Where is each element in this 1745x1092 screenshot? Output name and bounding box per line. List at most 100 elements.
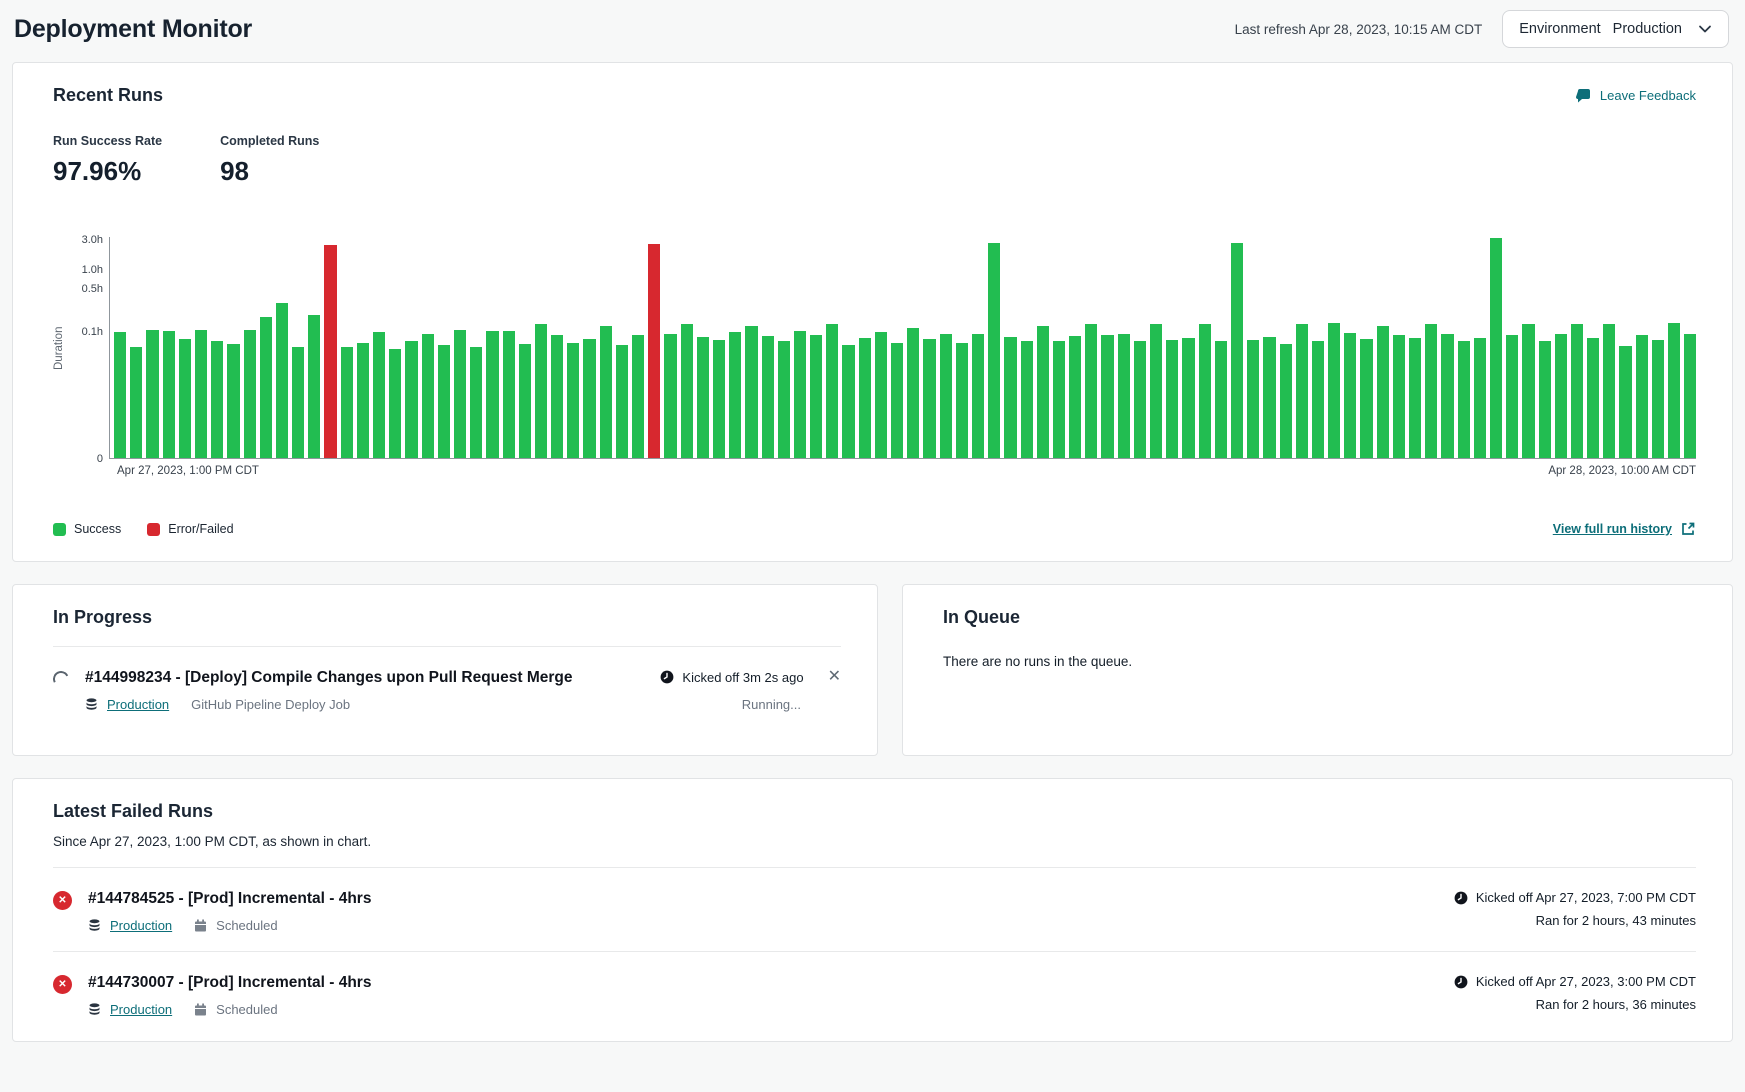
chart-bar-success[interactable] (567, 343, 579, 458)
chart-bar-success[interactable] (1263, 337, 1275, 458)
chart-bar-success[interactable] (519, 344, 531, 458)
chart-bar-success[interactable] (859, 338, 871, 458)
environment-link[interactable]: Production (110, 918, 172, 933)
chart-bar-success[interactable] (1636, 335, 1648, 458)
chart-bar-success[interactable] (1328, 323, 1340, 458)
chart-bar-success[interactable] (826, 324, 838, 458)
chart-bar-error[interactable] (324, 245, 336, 458)
chart-bar-success[interactable] (292, 347, 304, 458)
chart-bar-success[interactable] (1474, 338, 1486, 458)
chart-bar-success[interactable] (551, 335, 563, 458)
chart-bar-success[interactable] (195, 330, 207, 458)
chart-bar-error[interactable] (648, 244, 660, 458)
environment-link[interactable]: Production (110, 1002, 172, 1017)
chart-bar-success[interactable] (972, 334, 984, 458)
chart-bar-success[interactable] (1231, 243, 1243, 458)
chart-bar-success[interactable] (1199, 324, 1211, 458)
chart-bar-success[interactable] (503, 331, 515, 458)
chart-bar-success[interactable] (130, 347, 142, 458)
chart-bar-success[interactable] (1247, 340, 1259, 458)
chart-bar-success[interactable] (1101, 335, 1113, 458)
chart-bar-success[interactable] (745, 326, 757, 458)
chart-bar-success[interactable] (438, 345, 450, 458)
chart-bar-success[interactable] (600, 326, 612, 458)
chart-bar-success[interactable] (762, 336, 774, 458)
chart-bar-success[interactable] (1409, 338, 1421, 458)
chart-bar-success[interactable] (1280, 344, 1292, 458)
chart-bar-success[interactable] (616, 345, 628, 458)
chart-bar-success[interactable] (1490, 238, 1502, 458)
chart-bar-success[interactable] (1118, 334, 1130, 458)
chart-bar-success[interactable] (923, 339, 935, 458)
chart-bar-success[interactable] (875, 332, 887, 458)
chart-bar-success[interactable] (1296, 324, 1308, 458)
chart-bar-success[interactable] (454, 330, 466, 458)
chart-bar-success[interactable] (1134, 341, 1146, 458)
chart-bar-success[interactable] (1619, 346, 1631, 458)
chart-bar-success[interactable] (308, 315, 320, 458)
chart-bar-success[interactable] (778, 341, 790, 458)
chart-bar-success[interactable] (891, 343, 903, 458)
chart-bar-success[interactable] (1021, 341, 1033, 458)
chart-bar-success[interactable] (713, 340, 725, 458)
chart-bar-success[interactable] (1441, 334, 1453, 458)
chart-bar-success[interactable] (227, 344, 239, 458)
chart-bar-success[interactable] (1684, 334, 1696, 458)
chart-bar-success[interactable] (940, 334, 952, 458)
chart-bar-success[interactable] (163, 331, 175, 458)
chart-bar-success[interactable] (341, 347, 353, 458)
chart-bar-success[interactable] (956, 343, 968, 458)
chart-bar-success[interactable] (794, 331, 806, 458)
chart-bar-success[interactable] (1004, 337, 1016, 458)
chart-bar-success[interactable] (1539, 341, 1551, 458)
chart-bar-success[interactable] (664, 334, 676, 458)
chart-bar-success[interactable] (1652, 340, 1664, 458)
chart-bar-success[interactable] (907, 328, 919, 458)
chart-bar-success[interactable] (1150, 324, 1162, 458)
chart-bar-success[interactable] (810, 335, 822, 458)
chart-bar-success[interactable] (244, 330, 256, 458)
chart-bar-success[interactable] (373, 332, 385, 458)
view-full-run-history-link[interactable]: View full run history (1553, 521, 1696, 537)
chart-bar-success[interactable] (1360, 339, 1372, 458)
chart-bar-success[interactable] (1555, 334, 1567, 458)
chart-bar-success[interactable] (179, 339, 191, 458)
chart-bar-success[interactable] (729, 332, 741, 458)
chart-bar-success[interactable] (1571, 324, 1583, 458)
chart-bar-success[interactable] (1425, 324, 1437, 458)
chart-bar-success[interactable] (535, 324, 547, 458)
chart-bar-success[interactable] (486, 331, 498, 458)
chart-bar-success[interactable] (1458, 341, 1470, 458)
chart-bar-success[interactable] (146, 330, 158, 458)
chart-bar-success[interactable] (1522, 324, 1534, 458)
chart-bar-success[interactable] (1085, 324, 1097, 458)
chart-bar-success[interactable] (1166, 340, 1178, 458)
chart-bar-success[interactable] (260, 317, 272, 458)
chart-bar-success[interactable] (1312, 341, 1324, 458)
chart-bar-success[interactable] (1069, 336, 1081, 458)
chart-bar-success[interactable] (1182, 338, 1194, 458)
chart-bar-success[interactable] (470, 347, 482, 458)
chart-bar-success[interactable] (276, 303, 288, 458)
chart-bar-success[interactable] (211, 341, 223, 458)
chart-bar-success[interactable] (1393, 335, 1405, 458)
chart-bar-success[interactable] (114, 332, 126, 458)
chart-bar-success[interactable] (1668, 323, 1680, 458)
chart-bar-success[interactable] (583, 339, 595, 458)
chart-bar-success[interactable] (405, 341, 417, 458)
leave-feedback-link[interactable]: Leave Feedback (1576, 88, 1696, 104)
chart-bar-success[interactable] (697, 337, 709, 458)
environment-selector[interactable]: Environment Production (1502, 10, 1729, 48)
chart-bar-success[interactable] (1587, 338, 1599, 458)
chart-bar-success[interactable] (1215, 341, 1227, 458)
chart-bar-success[interactable] (681, 324, 693, 458)
chart-bar-success[interactable] (1377, 326, 1389, 458)
chart-bar-success[interactable] (1506, 335, 1518, 458)
chart-bar-success[interactable] (842, 345, 854, 458)
chart-bar-success[interactable] (422, 334, 434, 458)
chart-bar-success[interactable] (1037, 326, 1049, 458)
chart-bar-success[interactable] (1603, 324, 1615, 458)
chart-bar-success[interactable] (357, 343, 369, 458)
close-icon[interactable]: ✕ (828, 669, 841, 685)
chart-bar-success[interactable] (389, 349, 401, 458)
